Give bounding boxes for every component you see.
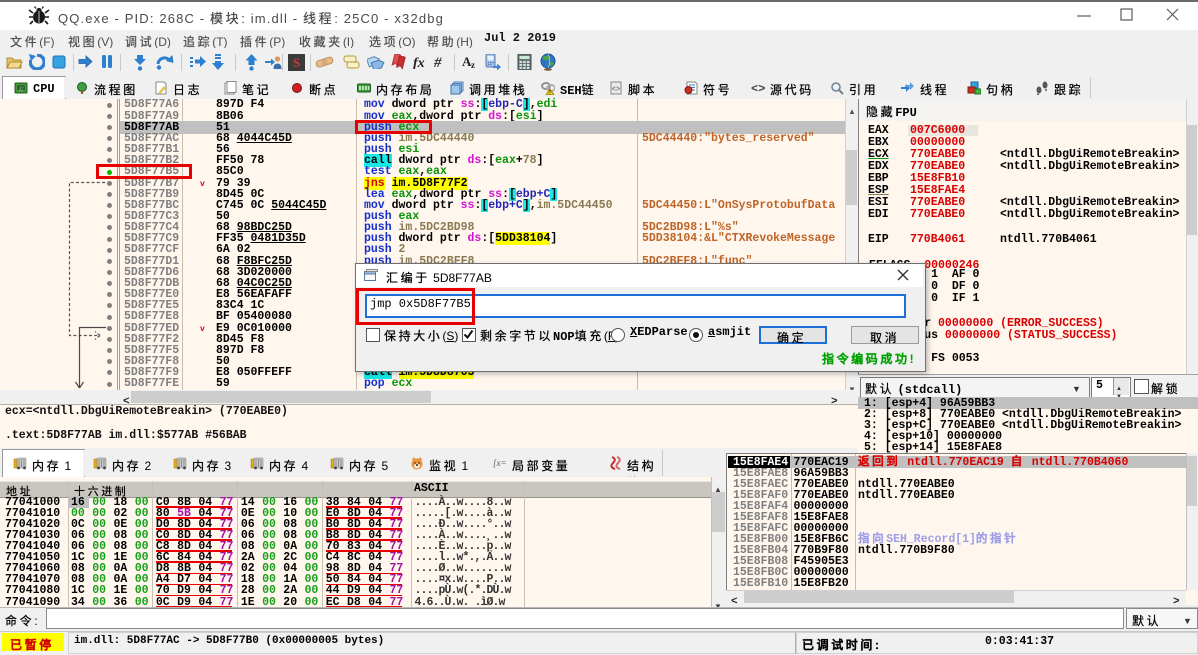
svg-text:z: z bbox=[471, 60, 475, 69]
svg-text:<>: <> bbox=[612, 86, 620, 94]
svg-text:<>: <> bbox=[751, 82, 765, 95]
svg-text:S: S bbox=[293, 55, 300, 70]
svg-text:[x=]: [x=] bbox=[493, 458, 507, 468]
svg-text:#: # bbox=[434, 55, 442, 69]
svg-text:fx: fx bbox=[413, 56, 425, 69]
svg-text:32: 32 bbox=[18, 87, 24, 93]
